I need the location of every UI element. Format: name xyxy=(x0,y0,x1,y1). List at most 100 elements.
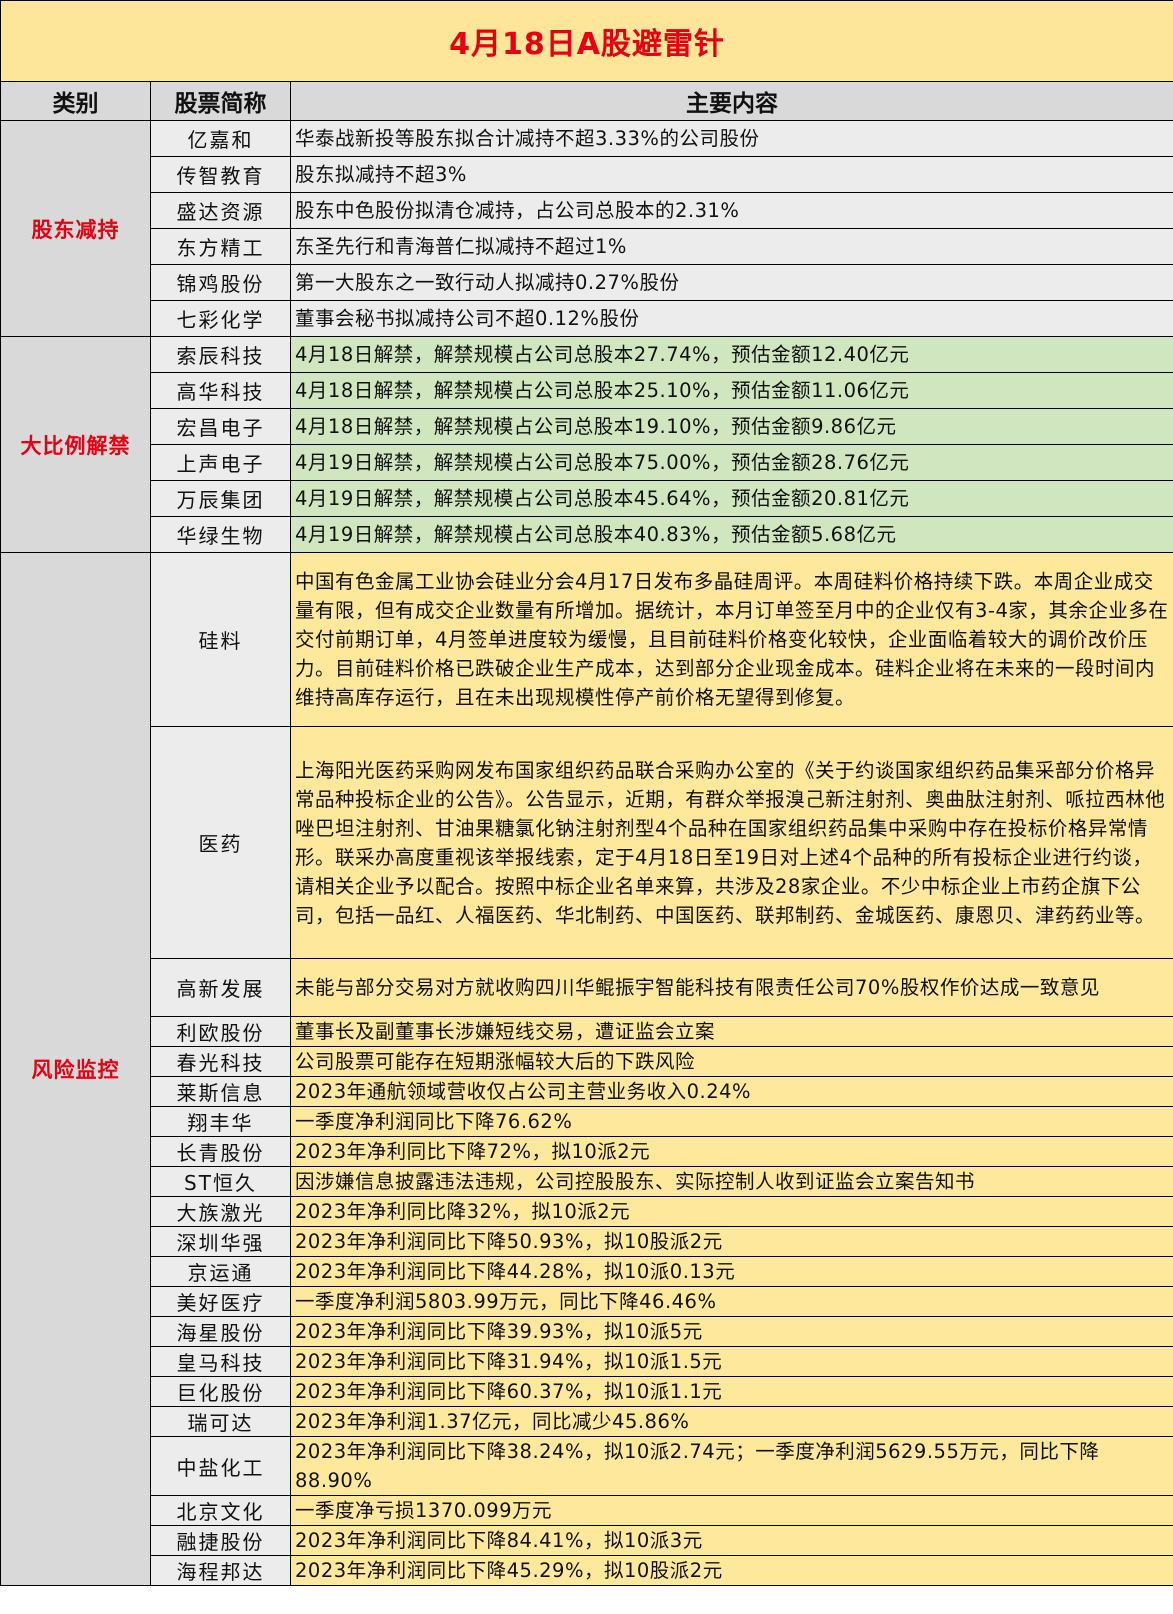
table-row: 中盐化工 2023年净利润同比下降38.24%，拟10派2.74元；一季度净利润5… xyxy=(1,1436,1173,1496)
stock-name-cell: 利欧股份 xyxy=(150,1016,291,1047)
table-row: 巨化股份 2023年净利润同比下降60.37%，拟10派1.1元 xyxy=(1,1376,1173,1407)
table-row: 深圳华强 2023年净利润同比下降50.93%，拟10股派2元 xyxy=(1,1226,1173,1257)
stock-name-cell: 京运通 xyxy=(150,1256,291,1287)
stock-name-cell: 巨化股份 xyxy=(150,1376,291,1407)
table-row: 利欧股份 董事长及副董事长涉嫌短线交易，遭证监会立案 xyxy=(1,1016,1173,1047)
content-cell: 董事长及副董事长涉嫌短线交易，遭证监会立案 xyxy=(290,1016,1173,1047)
content-cell: 2023年净利润同比下降31.94%，拟10派1.5元 xyxy=(290,1346,1173,1377)
stock-name-cell: 瑞可达 xyxy=(150,1406,291,1437)
header-main-content: 主要内容 xyxy=(290,81,1173,121)
stock-name-cell: 宏昌电子 xyxy=(150,408,291,445)
stock-name-cell: 春光科技 xyxy=(150,1046,291,1077)
table-row: 医药 上海阳光医药采购网发布国家组织药品联合采购办公室的《关于约谈国家组织药品集采… xyxy=(1,726,1173,959)
table-row: 大比例解禁 索辰科技 4月18日解禁，解禁规模占公司总股本27.74%，预估金额12… xyxy=(0,336,1173,553)
content-cell: 东圣先行和青海普仁拟减持不超过1% xyxy=(290,228,1173,265)
table-row: 万辰集团 4月19日解禁，解禁规模占公司总股本45.64%，预估金额20.81亿元 xyxy=(1,480,1173,517)
content-cell: 2023年净利同比下降72%，拟10派2元 xyxy=(290,1136,1173,1167)
header-category: 类别 xyxy=(0,81,151,121)
header-stock-name: 股票简称 xyxy=(150,81,291,121)
content-cell: 2023年净利润1.37亿元，同比减少45.86% xyxy=(290,1406,1173,1437)
content-cell: 2023年净利润同比下降50.93%，拟10股派2元 xyxy=(290,1226,1173,1257)
table-row: 翔丰华 一季度净利润同比下降76.62% xyxy=(1,1106,1173,1137)
content-cell: 2023年净利润同比下降44.28%，拟10派0.13元 xyxy=(290,1256,1173,1287)
stock-name-cell: 翔丰华 xyxy=(150,1106,291,1137)
table-row: 上声电子 4月19日解禁，解禁规模占公司总股本75.00%，预估金额28.76亿元 xyxy=(1,444,1173,481)
table-row: 宏昌电子 4月18日解禁，解禁规模占公司总股本19.10%，预估金额9.86亿元 xyxy=(1,408,1173,445)
table-row: 美好医疗 一季度净利润5803.99万元，同比下降46.46% xyxy=(1,1286,1173,1317)
table-row: 北京文化 一季度净亏损1370.099万元 xyxy=(1,1495,1173,1526)
header-row: 类别 股票简称 主要内容 xyxy=(0,81,1173,121)
content-cell: 一季度净利润5803.99万元，同比下降46.46% xyxy=(290,1286,1173,1317)
table-row: 皇马科技 2023年净利润同比下降31.94%，拟10派1.5元 xyxy=(1,1346,1173,1377)
content-cell: 股东中色股份拟清仓减持，占公司总股本的2.31% xyxy=(290,192,1173,229)
content-cell: 4月19日解禁，解禁规模占公司总股本40.83%，预估金额5.68亿元 xyxy=(290,516,1173,553)
content-cell: 2023年通航领域营收仅占公司主营业务收入0.24% xyxy=(290,1076,1173,1107)
table-row: 长青股份 2023年净利同比下降72%，拟10派2元 xyxy=(1,1136,1173,1167)
content-cell: 华泰战新投等股东拟合计减持不超3.33%的公司股份 xyxy=(290,120,1173,157)
stock-name-cell: 七彩化学 xyxy=(150,300,291,337)
content-cell: 4月18日解禁，解禁规模占公司总股本27.74%，预估金额12.40亿元 xyxy=(290,336,1173,373)
stock-name-cell: 融捷股份 xyxy=(150,1525,291,1556)
stock-name-cell: 海程邦达 xyxy=(150,1555,291,1586)
table-row: 海星股份 2023年净利润同比下降39.93%，拟10派5元 xyxy=(1,1316,1173,1347)
table-row: 锦鸡股份 第一大股东之一致行动人拟减持0.27%股份 xyxy=(1,264,1173,301)
stock-name-cell: 亿嘉和 xyxy=(150,120,291,157)
stock-name-cell: 深圳华强 xyxy=(150,1226,291,1257)
stock-name-cell: 长青股份 xyxy=(150,1136,291,1167)
stock-name-cell: 北京文化 xyxy=(150,1495,291,1526)
risk-table: 4月18日A股避雷针 类别 股票简称 主要内容 股东减持 亿嘉和 华泰战新投等股东拟… xyxy=(0,0,1173,1586)
table-row: 大族激光 2023年净利同比降32%，拟10派2元 xyxy=(1,1196,1173,1227)
stock-name-cell: 上声电子 xyxy=(150,444,291,481)
content-cell: 一季度净亏损1370.099万元 xyxy=(290,1495,1173,1526)
table-row: 高华科技 4月18日解禁，解禁规模占公司总股本25.10%，预估金额11.06亿元 xyxy=(1,372,1173,409)
table-row: 华绿生物 4月19日解禁，解禁规模占公司总股本40.83%，预估金额5.68亿元 xyxy=(1,516,1173,553)
stock-name-cell: 皇马科技 xyxy=(150,1346,291,1377)
stock-name-cell: 东方精工 xyxy=(150,228,291,265)
page-title: 4月18日A股避雷针 xyxy=(0,0,1173,82)
content-cell: 2023年净利润同比下降45.29%，拟10股派2元 xyxy=(290,1555,1173,1586)
stock-name-cell: 医药 xyxy=(150,726,291,959)
table-row: 海程邦达 2023年净利润同比下降45.29%，拟10股派2元 xyxy=(1,1555,1173,1586)
table-row: 春光科技 公司股票可能存在短期涨幅较大后的下跌风险 xyxy=(1,1046,1173,1077)
content-cell: 4月18日解禁，解禁规模占公司总股本25.10%，预估金额11.06亿元 xyxy=(290,372,1173,409)
category-cell: 大比例解禁 xyxy=(0,336,151,553)
table-row: 东方精工 东圣先行和青海普仁拟减持不超过1% xyxy=(1,228,1173,265)
stock-name-cell: 大族激光 xyxy=(150,1196,291,1227)
table-row: ST恒久 因涉嫌信息披露违法违规，公司控股股东、实际控制人收到证监会立案告知书 xyxy=(1,1166,1173,1197)
table-body: 4月18日A股避雷针 类别 股票简称 主要内容 股东减持 亿嘉和 华泰战新投等股东拟… xyxy=(0,0,1173,1586)
stock-name-cell: 海星股份 xyxy=(150,1316,291,1347)
stock-name-cell: ST恒久 xyxy=(150,1166,291,1197)
category-cell: 风险监控 xyxy=(0,552,151,1586)
table-row: 盛达资源 股东中色股份拟清仓减持，占公司总股本的2.31% xyxy=(1,192,1173,229)
table-row: 股东减持 亿嘉和 华泰战新投等股东拟合计减持不超3.33%的公司股份 xyxy=(0,120,1173,337)
content-cell: 因涉嫌信息披露违法违规，公司控股股东、实际控制人收到证监会立案告知书 xyxy=(290,1166,1173,1197)
stock-name-cell: 高新发展 xyxy=(150,958,291,1017)
stock-name-cell: 锦鸡股份 xyxy=(150,264,291,301)
content-cell: 一季度净利润同比下降76.62% xyxy=(290,1106,1173,1137)
content-cell: 股东拟减持不超3% xyxy=(290,156,1173,193)
content-cell: 4月19日解禁，解禁规模占公司总股本45.64%，预估金额20.81亿元 xyxy=(290,480,1173,517)
table-row: 传智教育 股东拟减持不超3% xyxy=(1,156,1173,193)
content-cell: 4月19日解禁，解禁规模占公司总股本75.00%，预估金额28.76亿元 xyxy=(290,444,1173,481)
stock-name-cell: 高华科技 xyxy=(150,372,291,409)
table-row: 瑞可达 2023年净利润1.37亿元，同比减少45.86% xyxy=(1,1406,1173,1437)
content-cell: 上海阳光医药采购网发布国家组织药品联合采购办公室的《关于约谈国家组织药品集采部分… xyxy=(290,726,1173,959)
content-cell: 2023年净利润同比下降60.37%，拟10派1.1元 xyxy=(290,1376,1173,1407)
stock-name-cell: 索辰科技 xyxy=(150,336,291,373)
category-cell: 股东减持 xyxy=(0,120,151,337)
stock-name-cell: 传智教育 xyxy=(150,156,291,193)
stock-name-cell: 盛达资源 xyxy=(150,192,291,229)
content-cell: 未能与部分交易对方就收购四川华鲲振宇智能科技有限责任公司70%股权作价达成一致意… xyxy=(290,958,1173,1017)
table-row: 莱斯信息 2023年通航领域营收仅占公司主营业务收入0.24% xyxy=(1,1076,1173,1107)
stock-name-cell: 硅料 xyxy=(150,552,291,727)
table-row: 京运通 2023年净利润同比下降44.28%，拟10派0.13元 xyxy=(1,1256,1173,1287)
content-cell: 2023年净利同比降32%，拟10派2元 xyxy=(290,1196,1173,1227)
table-row: 融捷股份 2023年净利润同比下降84.41%，拟10派3元 xyxy=(1,1525,1173,1556)
content-cell: 董事会秘书拟减持公司不超0.12%股份 xyxy=(290,300,1173,337)
stock-name-cell: 美好医疗 xyxy=(150,1286,291,1317)
content-cell: 中国有色金属工业协会硅业分会4月17日发布多晶硅周评。本周硅料价格持续下跌。本周… xyxy=(290,552,1173,727)
content-cell: 公司股票可能存在短期涨幅较大后的下跌风险 xyxy=(290,1046,1173,1077)
content-cell: 第一大股东之一致行动人拟减持0.27%股份 xyxy=(290,264,1173,301)
table-row: 风险监控 硅料 中国有色金属工业协会硅业分会4月17日发布多晶硅周评。本周硅料价格持… xyxy=(0,552,1173,1586)
table-row: 七彩化学 董事会秘书拟减持公司不超0.12%股份 xyxy=(1,300,1173,337)
